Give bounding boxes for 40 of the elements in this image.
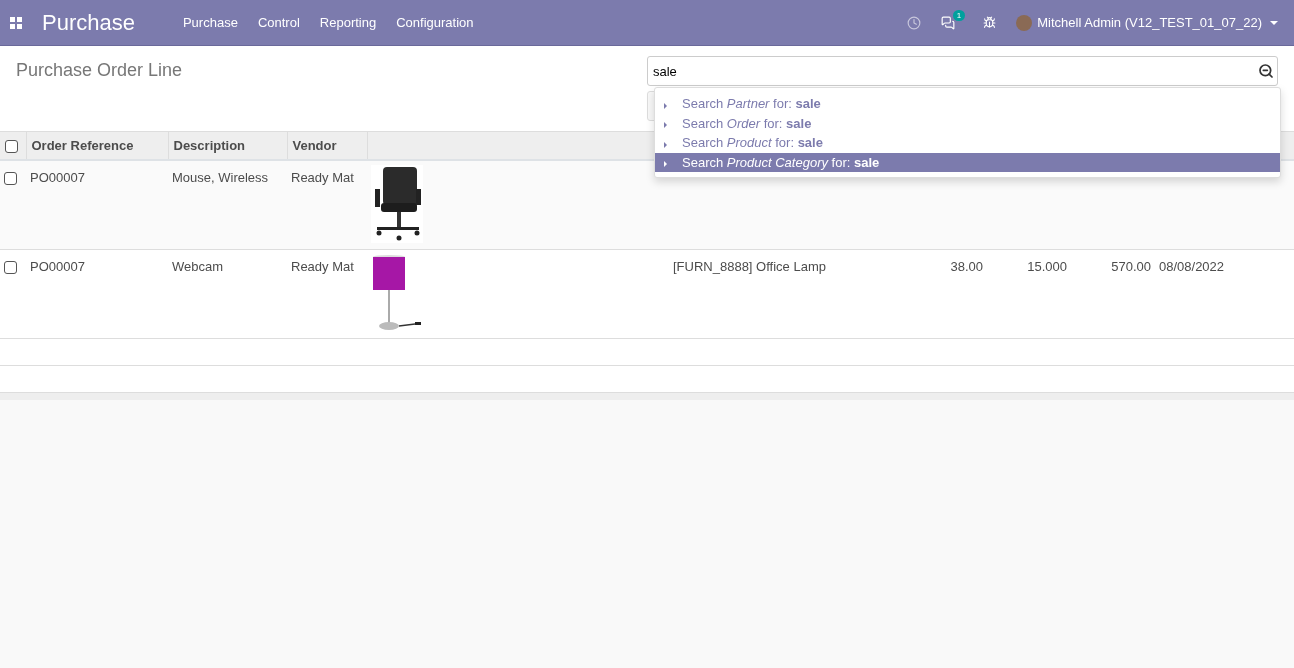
select-all-checkbox[interactable] (5, 140, 18, 154)
table-cell: PO00007 (30, 170, 85, 185)
column-header[interactable]: Order Reference (26, 132, 168, 160)
page-title: Purchase Order Line (16, 60, 183, 82)
row-checkbox[interactable] (4, 260, 17, 274)
table-cell: [FURN_8888] Office Lamp (673, 258, 826, 274)
table-cell: Ready Mat (291, 258, 354, 274)
avatar (1016, 14, 1033, 31)
caret-icon (664, 141, 667, 148)
caret-icon (664, 161, 667, 168)
table-cell: 38.00 (950, 258, 983, 274)
menu-item[interactable]: Reporting (319, 15, 377, 30)
table-cell: 15.000 (1027, 258, 1067, 274)
caret-icon (664, 122, 667, 129)
column-header[interactable]: Description (168, 132, 287, 160)
suggestion-item[interactable]: Search Order for: sale (655, 113, 1280, 133)
table-cell: 08/08/2022 (1159, 258, 1225, 274)
caret-icon (664, 102, 667, 109)
table-cell: 570.00 (1111, 258, 1151, 274)
bug-icon[interactable] (983, 16, 997, 29)
clock-icon[interactable] (907, 15, 922, 30)
menu-item[interactable]: Control (257, 15, 300, 30)
menu-item[interactable]: Purchase (182, 15, 238, 30)
suggestion-item[interactable]: Search Partner for: sale (655, 94, 1280, 114)
menu-item[interactable]: Configuration (396, 15, 474, 30)
apps-icon[interactable] (10, 16, 22, 29)
user-menu[interactable]: Mitchell Admin (V12_TEST_01_07_22) (1037, 15, 1262, 30)
suggestion-item[interactable]: Search Product Category for: sale (655, 152, 1280, 172)
row-checkbox[interactable] (4, 172, 17, 186)
column-header[interactable]: Vendor (287, 132, 367, 160)
app-title: Purchase (42, 9, 135, 36)
table-cell: Webcam (172, 258, 224, 274)
search-icon[interactable] (1258, 63, 1274, 79)
table-cell: Mouse, Wireless (172, 170, 269, 185)
search-field[interactable]: sale (647, 56, 1278, 86)
message-count-badge: 1 (952, 9, 966, 21)
table-cell: PO00007 (30, 258, 85, 274)
chat-icon[interactable] (941, 15, 956, 30)
caret-icon[interactable] (1270, 20, 1278, 25)
table-cell: Ready Mat (291, 170, 354, 185)
